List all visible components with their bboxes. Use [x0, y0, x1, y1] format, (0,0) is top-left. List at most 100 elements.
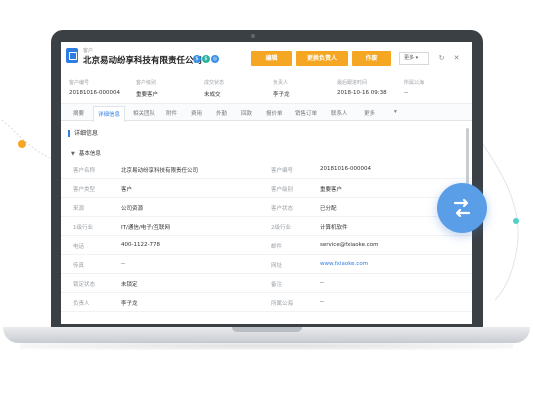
field-label: 客户名称 [73, 168, 96, 174]
field-label: 负责人 [73, 301, 90, 307]
tab-expenses[interactable]: 费用 [191, 109, 202, 117]
table-row: 传真 -- 网址 www.fxiaoke.com [61, 255, 472, 274]
field-label: 所属公海 [271, 301, 294, 307]
field-label: 负责人 [273, 80, 289, 86]
field-value: 计算机软件 [320, 225, 348, 231]
refresh-icon[interactable]: ↻ [438, 55, 445, 62]
tab-bar: 摘要 详细信息 相关团队 附件 费用 外勤 回款 报价单 销售订单 联系人 更多… [61, 103, 472, 122]
dollar-badge-icon[interactable]: $ [202, 55, 210, 63]
field-value: 李子龙 [121, 301, 138, 307]
section-title: 详细信息 [68, 130, 98, 137]
field-label: 客户类型 [73, 187, 96, 193]
table-row: 负责人 李子龙 所属公海 -- [61, 293, 472, 312]
field-value: IT/通信/电子/互联网 [121, 225, 171, 231]
tab-attachments[interactable]: 附件 [166, 109, 177, 117]
field-value: 客户 [121, 187, 133, 193]
decor-dot-orange [18, 140, 26, 148]
collapse-caret-icon: ▼ [71, 151, 75, 157]
table-row: 客户名称 北京易动纷享科技有限责任公司 客户编号 20181016-000004 [61, 160, 472, 179]
more-dropdown[interactable]: 更多 ▾ [399, 52, 429, 65]
field-label: 锁定状态 [73, 282, 96, 288]
decor-dot-teal [513, 218, 519, 224]
field-value: 重要客户 [320, 187, 343, 193]
customer-icon [66, 48, 78, 63]
field-label: 成交状态 [204, 80, 225, 86]
field-value: 公司资源 [121, 206, 144, 212]
field-value: -- [320, 280, 324, 286]
field-value: 已分配 [320, 206, 337, 212]
group-title: 基本信息 [78, 151, 101, 157]
tab-more[interactable]: ▾ [394, 109, 397, 115]
more-label: 更多 [404, 55, 415, 61]
field-label: 网址 [271, 263, 283, 269]
field-label: 客户编号 [69, 80, 90, 86]
field-label: 客户级别 [271, 187, 294, 193]
field-label: 所属公海 [404, 80, 425, 86]
field-label: 传真 [73, 263, 85, 269]
record-type-label: 客户 [83, 48, 94, 54]
tab-contacts[interactable]: 更多 [364, 109, 375, 117]
tab-finance-info[interactable]: 联系人 [331, 109, 348, 117]
field-value: 北京易动纷享科技有限责任公司 [121, 168, 199, 174]
tab-team[interactable]: 相关团队 [133, 109, 155, 117]
table-row: 1级行业 IT/通信/电子/互联网 2级行业 计算机软件 [61, 217, 472, 236]
switch-arrows-icon [453, 198, 471, 218]
field-value: 20181016-000004 [69, 90, 120, 96]
tab-payments[interactable]: 回款 [241, 109, 252, 117]
field-label: 客户状态 [271, 206, 294, 212]
dollar-badge-icon[interactable]: $ [193, 55, 201, 63]
laptop-notch [232, 327, 302, 332]
field-label: 最后跟进时间 [337, 80, 368, 86]
summary-fields: 客户编号 20181016-000004 客户级别 重要客户 成交状态 未成交 … [61, 75, 472, 102]
field-value: 未锁定 [121, 282, 138, 288]
field-value: 2018-10-16 09:38 [337, 90, 387, 96]
edit-button[interactable]: 编辑 [251, 51, 292, 66]
field-value: 20181016-000004 [320, 166, 371, 172]
summary-field: 所属公海 -- [404, 79, 424, 96]
crm-app-window: 客户 北京易动纷享科技有限责任公司 $ $ ◎ 编辑 更换负责人 作废 更多 ▾… [61, 42, 472, 324]
field-label: 客户级别 [136, 80, 157, 86]
switch-fab-button[interactable] [437, 183, 487, 233]
field-label: 备注 [271, 282, 283, 288]
field-value: 未成交 [204, 92, 221, 98]
chevron-down-icon: ▾ [415, 55, 419, 61]
summary-field: 最后跟进时间 2018-10-16 09:38 [337, 79, 387, 96]
website-link[interactable]: www.fxiaoke.com [320, 261, 368, 267]
detail-panel: 详细信息 ▼ 基本信息 客户名称 北京易动纷享科技有限责任公司 客户编号 2018… [61, 122, 472, 324]
field-label: 1级行业 [73, 225, 93, 231]
field-label: 邮件 [271, 244, 283, 250]
field-value: 400-1122-778 [121, 242, 160, 248]
laptop-shadow [20, 342, 513, 350]
tab-details[interactable]: 详细信息 [93, 106, 126, 122]
table-row: 客户类型 客户 客户级别 重要客户 [61, 179, 472, 198]
field-label: 2级行业 [271, 225, 291, 231]
change-owner-button[interactable]: 更换负责人 [296, 51, 348, 66]
record-header: 客户 北京易动纷享科技有限责任公司 $ $ ◎ 编辑 更换负责人 作废 更多 ▾… [61, 42, 472, 74]
field-value: service@fxiaoke.com [320, 242, 379, 248]
chevron-down-icon: ▾ [394, 109, 397, 115]
customer-name-title: 北京易动纷享科技有限责任公司 [83, 56, 203, 66]
field-label: 客户编号 [271, 168, 294, 174]
summary-field: 客户编号 20181016-000004 [69, 79, 120, 96]
field-value: -- [320, 299, 324, 305]
void-button[interactable]: 作废 [352, 51, 391, 66]
close-icon[interactable]: ✕ [453, 55, 460, 62]
summary-field: 负责人 李子龙 [273, 79, 290, 98]
field-value: -- [404, 90, 408, 96]
table-row: 锁定状态 未锁定 备注 -- [61, 274, 472, 293]
field-value: -- [121, 261, 125, 267]
tab-sales-orders[interactable]: 销售订单 [295, 109, 317, 117]
tab-quotes[interactable]: 报价单 [266, 109, 283, 117]
field-label: 来源 [73, 206, 85, 212]
group-header[interactable]: ▼ 基本信息 [71, 149, 101, 157]
tab-summary[interactable]: 摘要 [73, 109, 84, 117]
field-value: 李子龙 [273, 92, 290, 98]
summary-field: 客户级别 重要客户 [136, 79, 158, 98]
field-label: 电话 [73, 244, 85, 250]
stage: 客户 北京易动纷享科技有限责任公司 $ $ ◎ 编辑 更换负责人 作废 更多 ▾… [0, 0, 533, 402]
tab-field-work[interactable]: 外勤 [216, 109, 227, 117]
table-row: 电话 400-1122-778 邮件 service@fxiaoke.com [61, 236, 472, 255]
location-badge-icon[interactable]: ◎ [211, 55, 219, 63]
field-value: 重要客户 [136, 92, 159, 98]
table-row: 来源 公司资源 客户状态 已分配 [61, 198, 472, 217]
